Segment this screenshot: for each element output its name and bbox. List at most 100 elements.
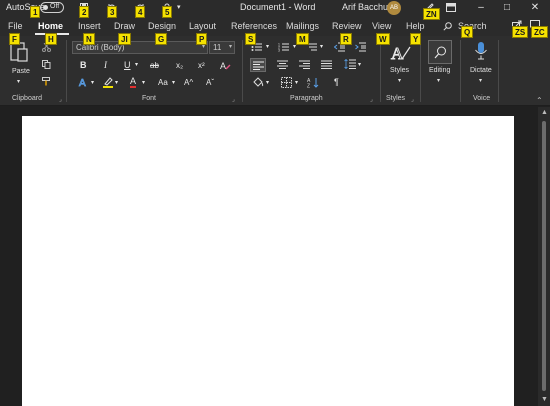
tab-home[interactable]: Home <box>38 21 63 31</box>
font-color-dropdown-icon[interactable]: ▾ <box>142 79 145 86</box>
divider <box>420 40 421 102</box>
tab-references[interactable]: References <box>231 21 277 31</box>
ribbon-display-icon[interactable] <box>446 3 456 12</box>
keytip-badge: 1 <box>30 6 41 18</box>
document-page[interactable] <box>22 116 514 406</box>
editing-button[interactable] <box>428 40 452 64</box>
document-title: Document1 - Word <box>240 2 316 12</box>
shading-dropdown-icon[interactable]: ▾ <box>266 79 269 86</box>
maximize-button[interactable]: □ <box>494 0 520 16</box>
keytip-badge: 3 <box>107 6 118 18</box>
shrink-font-button[interactable]: Aˇ <box>206 78 214 87</box>
paragraph-group-label: Paragraph <box>290 95 323 102</box>
paste-dropdown-icon[interactable]: ▾ <box>17 78 20 85</box>
font-size-value: 11 <box>213 43 222 52</box>
align-left-button[interactable] <box>250 58 266 72</box>
styles-icon[interactable]: A <box>390 41 412 63</box>
toggle-knob <box>43 5 48 10</box>
search-icon[interactable] <box>443 22 452 31</box>
tab-file[interactable]: File <box>8 21 23 31</box>
keytip-badge: ZN <box>423 8 440 20</box>
clipboard-launcher-icon[interactable]: ⌟ <box>59 96 62 103</box>
clear-formatting-icon[interactable]: A <box>220 60 231 70</box>
tab-insert[interactable]: Insert <box>78 21 101 31</box>
show-formatting-button[interactable]: ¶ <box>334 77 339 87</box>
user-name[interactable]: Arif Bacchus <box>342 2 393 12</box>
borders-dropdown-icon[interactable]: ▾ <box>295 79 298 86</box>
scrollbar-thumb[interactable] <box>542 121 546 391</box>
increase-indent-icon[interactable] <box>355 42 367 52</box>
keytip-badge: H <box>45 33 57 45</box>
underline-dropdown-icon[interactable]: ▾ <box>135 61 138 68</box>
sort-icon[interactable]: AZ <box>307 77 319 88</box>
align-center-icon[interactable] <box>277 60 288 69</box>
shading-icon[interactable] <box>252 77 264 88</box>
change-case-button[interactable]: Aa <box>158 78 168 87</box>
underline-button[interactable]: U <box>124 60 131 70</box>
line-spacing-dropdown-icon[interactable]: ▾ <box>358 61 361 68</box>
multilevel-dropdown-icon[interactable]: ▾ <box>320 43 323 50</box>
format-painter-icon[interactable] <box>42 77 52 86</box>
vertical-scrollbar[interactable]: ▲ ▼ <box>538 107 550 406</box>
highlight-dropdown-icon[interactable]: ▾ <box>115 79 118 86</box>
styles-button[interactable]: Styles <box>390 67 409 74</box>
divider <box>380 40 381 102</box>
tab-design[interactable]: Design <box>148 21 176 31</box>
dictate-dropdown-icon[interactable]: ▾ <box>479 77 482 84</box>
keytip-badge: G <box>155 33 168 45</box>
divider <box>242 40 243 102</box>
chevron-down-icon: ▾ <box>228 44 232 50</box>
keytip-badge: 5 <box>162 6 173 18</box>
bullets-dropdown-icon[interactable]: ▾ <box>266 43 269 50</box>
tab-help[interactable]: Help <box>406 21 425 31</box>
divider <box>498 40 499 102</box>
styles-dropdown-icon[interactable]: ▾ <box>398 77 401 84</box>
tab-review[interactable]: Review <box>332 21 362 31</box>
scroll-down-icon[interactable]: ▼ <box>541 396 548 403</box>
dictate-button[interactable]: Dictate <box>470 67 492 74</box>
align-right-icon[interactable] <box>299 60 310 69</box>
clipboard-group-label: Clipboard <box>12 95 42 102</box>
keytip-badge: 2 <box>79 6 90 18</box>
line-spacing-icon[interactable] <box>344 59 356 69</box>
keytip-badge: F <box>9 33 20 45</box>
tab-layout[interactable]: Layout <box>189 21 216 31</box>
italic-button[interactable]: I <box>104 60 107 70</box>
tab-mailings[interactable]: Mailings <box>286 21 319 31</box>
microphone-icon[interactable] <box>474 41 488 61</box>
autosave-state: Off <box>50 3 60 10</box>
font-launcher-icon[interactable]: ⌟ <box>232 96 235 103</box>
keytip-badge: Q <box>461 26 474 38</box>
keytip-badge: M <box>296 33 309 45</box>
strikethrough-button[interactable]: ab <box>150 61 159 70</box>
superscript-button[interactable]: x² <box>198 61 205 70</box>
borders-icon[interactable] <box>281 77 292 88</box>
justify-icon[interactable] <box>321 60 332 69</box>
editing-dropdown-icon[interactable]: ▾ <box>437 77 440 84</box>
collapse-ribbon-icon[interactable]: ⌃ <box>536 96 543 105</box>
numbering-icon[interactable]: 123 <box>278 42 290 52</box>
font-size-combo[interactable]: 11 ▾ <box>209 41 235 54</box>
paragraph-launcher-icon[interactable]: ⌟ <box>370 96 373 103</box>
minimize-button[interactable]: – <box>468 0 494 16</box>
tab-draw[interactable]: Draw <box>114 21 135 31</box>
grow-font-button[interactable]: A^ <box>184 78 193 87</box>
divider <box>460 40 461 102</box>
text-effects-icon[interactable]: A <box>78 77 90 88</box>
scroll-up-icon[interactable]: ▲ <box>541 109 548 116</box>
autosave-toggle[interactable]: Off <box>40 2 64 13</box>
highlight-icon[interactable] <box>102 77 114 88</box>
copy-icon[interactable] <box>42 60 51 69</box>
bold-button[interactable]: B <box>80 60 87 70</box>
close-button[interactable]: ✕ <box>522 0 548 16</box>
text-effects-dropdown-icon[interactable]: ▾ <box>91 79 94 86</box>
change-case-dropdown-icon[interactable]: ▾ <box>172 79 175 86</box>
avatar[interactable]: AB <box>387 1 401 15</box>
keytip-badge: N <box>83 33 95 45</box>
paste-button[interactable]: Paste <box>12 68 30 75</box>
font-color-button[interactable]: A <box>130 76 137 88</box>
tab-view[interactable]: View <box>372 21 391 31</box>
subscript-button[interactable]: x₂ <box>176 61 183 70</box>
customize-qat-icon[interactable]: ▾ <box>177 3 181 11</box>
styles-launcher-icon[interactable]: ⌟ <box>411 96 414 103</box>
